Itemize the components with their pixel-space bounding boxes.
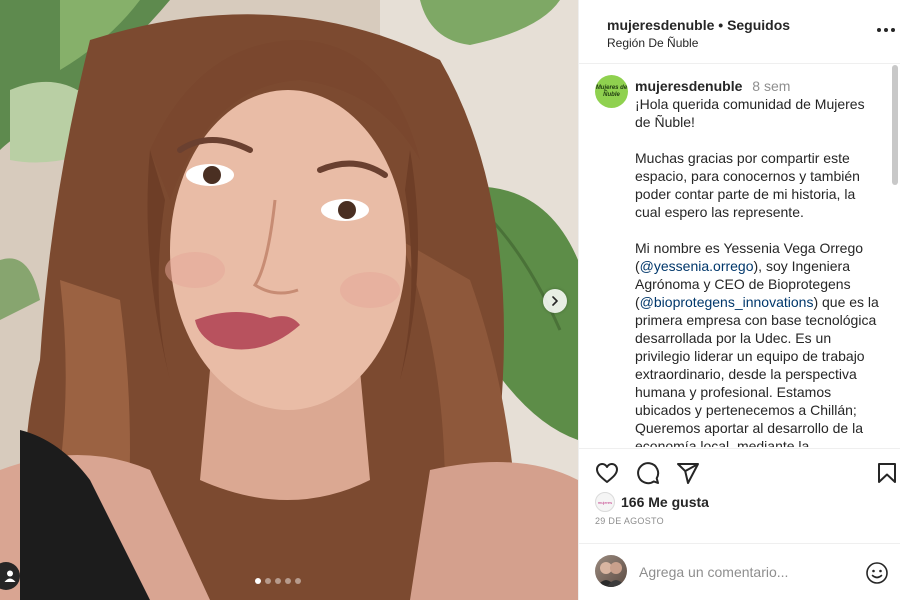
caption-avatar-logo: Mujeres de Ñuble [595,84,628,98]
post-panel: mujeresdenuble • Seguidos Región De Ñubl… [578,0,900,600]
mention-link[interactable]: @bioprotegens_innovations [640,294,814,310]
add-comment-bar [579,543,900,600]
slide-indicator [255,578,301,584]
slide-dot [275,578,281,584]
chevron-right-icon [552,296,558,306]
next-slide-button[interactable] [543,289,567,313]
post-username[interactable]: mujeresdenuble [607,17,714,33]
bookmark-icon[interactable] [875,461,899,485]
more-options-icon[interactable] [877,28,895,32]
slide-dot [285,578,291,584]
comments-scrollbar[interactable] [892,65,898,185]
slide-dot [265,578,271,584]
caption-text: ) que es la primera empresa con base tec… [635,294,879,447]
comment-input[interactable] [639,564,849,580]
instagram-post-dialog: mujeresdenuble • Seguidos Región De Ñubl… [0,0,900,600]
current-user-avatar [595,555,627,587]
comment-icon[interactable] [636,461,660,485]
comments-area[interactable]: Mujeres de Ñuble mujeresdenuble 8 sem ¡H… [579,65,900,447]
post-header-line: mujeresdenuble • Seguidos [607,17,790,33]
emoji-icon[interactable] [865,561,889,585]
post-media[interactable] [0,0,578,600]
header-separator: • [718,17,724,33]
post-location[interactable]: Región De Ñuble [607,36,698,50]
user-icon [4,570,16,582]
caption-time[interactable]: 8 sem [752,78,790,94]
follow-status-button[interactable]: Seguidos [727,17,790,33]
slide-dot [255,578,261,584]
slide-dot [295,578,301,584]
caption-paragraph-2: Muchas gracias por compartir este espaci… [635,150,860,220]
likes-row[interactable]: mujeres 166 Me gusta [595,492,709,512]
post-header: mujeresdenuble • Seguidos Región De Ñubl… [579,0,900,64]
heart-icon[interactable] [595,461,619,485]
caption-avatar[interactable]: Mujeres de Ñuble [595,75,628,108]
post-date[interactable]: 29 DE AGOSTO [595,516,664,526]
caption-paragraph-3: Mi nombre es Yessenia Vega Orrego (@yess… [635,239,883,447]
mention-link[interactable]: @yessenia.orrego [640,258,754,274]
share-icon[interactable] [676,461,700,485]
post-actions: mujeres 166 Me gusta 29 DE AGOSTO [579,448,900,558]
avatar-image [597,562,625,587]
caption-username[interactable]: mujeresdenuble [635,78,742,94]
likes-count[interactable]: 166 Me gusta [621,494,709,510]
post-photo [0,0,578,600]
caption-line-1: ¡Hola querida comunidad de Mujeres de Ñu… [635,96,865,130]
post-caption: mujeresdenuble 8 sem ¡Hola querida comun… [635,77,883,447]
likes-avatar-logo: mujeres [597,499,613,505]
likes-avatar: mujeres [595,492,615,512]
